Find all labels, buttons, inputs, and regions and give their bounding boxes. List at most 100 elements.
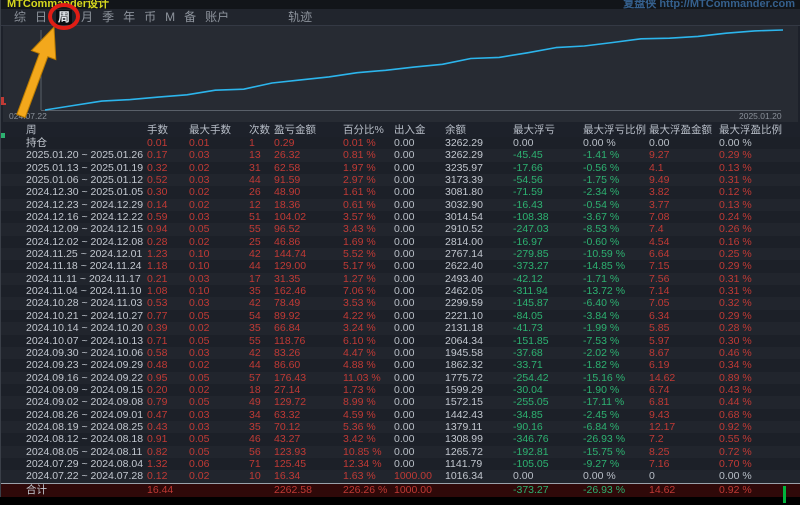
- table-row[interactable]: 2024.11.11 ~ 2024.11.170.210.031731.351.…: [1, 273, 800, 285]
- cell: 57: [249, 372, 274, 384]
- column-header[interactable]: 最大浮盈金额: [649, 124, 719, 137]
- table-row[interactable]: 2024.09.16 ~ 2024.09.220.950.0557176.431…: [1, 372, 800, 384]
- column-header[interactable]: 出入金: [394, 124, 445, 137]
- cell: 42: [249, 297, 274, 309]
- cell: 1775.72: [445, 372, 513, 384]
- table-row[interactable]: 2024.09.09 ~ 2024.09.150.200.021827.141.…: [1, 384, 800, 396]
- column-header[interactable]: 最大手数: [189, 124, 249, 137]
- cell: 0.10: [189, 260, 249, 272]
- cell: 0.05: [189, 335, 249, 347]
- cell: 0.39: [147, 322, 189, 334]
- equity-curve: [45, 30, 783, 110]
- cell: 0.92 %: [719, 421, 800, 433]
- cell: 0.03: [189, 149, 249, 161]
- cell: 0.00: [394, 285, 445, 297]
- cell: 0.05: [189, 372, 249, 384]
- cell: -6.84 %: [583, 421, 649, 433]
- cell: 9.49: [649, 174, 719, 186]
- column-header[interactable]: 次数: [249, 124, 274, 137]
- cell: 2024.11.18 ~ 2024.11.24: [1, 260, 147, 272]
- menu-item-4[interactable]: 月: [81, 10, 93, 25]
- cell: 0.72 %: [719, 446, 800, 458]
- cell: 2024.09.23 ~ 2024.09.29: [1, 359, 147, 371]
- column-header[interactable]: 百分比%: [343, 124, 394, 137]
- cell: 1379.11: [445, 421, 513, 433]
- cell: 1141.79: [445, 458, 513, 470]
- table-row[interactable]: 持仓0.010.0110.290.01 %0.003262.290.000.00…: [1, 137, 800, 149]
- cell: 0.05: [189, 433, 249, 445]
- cell: 0.21: [147, 273, 189, 285]
- cell: 0.31 %: [719, 174, 800, 186]
- table-row[interactable]: 2024.09.30 ~ 2024.10.060.580.034283.264.…: [1, 347, 800, 359]
- cell: 0.52: [147, 174, 189, 186]
- cell: -30.04: [513, 384, 583, 396]
- x-axis-label-end: 2025.01.20: [739, 112, 782, 121]
- cell: 0.06: [189, 458, 249, 470]
- menu-item-trail[interactable]: 轨迹: [288, 10, 312, 25]
- table-row[interactable]: 2024.12.09 ~ 2024.12.150.940.055596.523.…: [1, 223, 800, 235]
- cell: 6.64: [649, 248, 719, 260]
- column-header[interactable]: 最大浮亏: [513, 124, 583, 137]
- column-header[interactable]: 周: [1, 124, 147, 137]
- cell: 0.02: [189, 199, 249, 211]
- table-row[interactable]: 2024.10.07 ~ 2024.10.130.710.0555118.766…: [1, 335, 800, 347]
- cell: 3262.29: [445, 149, 513, 161]
- cell: 0.43 %: [719, 384, 800, 396]
- table-row[interactable]: 2025.01.20 ~ 2025.01.260.170.031326.320.…: [1, 149, 800, 161]
- cell: 78.49: [274, 297, 343, 309]
- table-row[interactable]: 2025.01.06 ~ 2025.01.120.520.034491.592.…: [1, 174, 800, 186]
- cell: 0.03: [189, 297, 249, 309]
- table-row[interactable]: 2024.10.28 ~ 2024.11.030.530.034278.493.…: [1, 297, 800, 309]
- cell: 3.77: [649, 199, 719, 211]
- column-header[interactable]: 余额: [445, 124, 513, 137]
- table-row[interactable]: 2024.09.02 ~ 2024.09.080.790.0549129.728…: [1, 396, 800, 408]
- menu-item-6[interactable]: 年: [123, 10, 135, 25]
- cell: -90.16: [513, 421, 583, 433]
- table-row[interactable]: 2024.10.14 ~ 2024.10.200.390.023566.843.…: [1, 322, 800, 334]
- table-row[interactable]: 2024.08.12 ~ 2024.08.180.910.054643.273.…: [1, 433, 800, 445]
- menu-item-5[interactable]: 季: [102, 10, 114, 25]
- column-header[interactable]: 手数: [147, 124, 189, 137]
- table-row[interactable]: 2024.08.19 ~ 2024.08.250.430.033570.125.…: [1, 421, 800, 433]
- cell: 1016.34: [445, 470, 513, 482]
- column-header[interactable]: 最大浮盈比例: [719, 124, 800, 137]
- cell: 89.92: [274, 310, 343, 322]
- table-row[interactable]: 2024.12.30 ~ 2025.01.050.300.022648.901.…: [1, 186, 800, 198]
- cell: 18: [249, 384, 274, 396]
- table-row[interactable]: 2024.08.05 ~ 2024.08.110.820.0556123.931…: [1, 446, 800, 458]
- cell: 9.27: [649, 149, 719, 161]
- table-row[interactable]: 2024.12.02 ~ 2024.12.080.280.022546.861.…: [1, 236, 800, 248]
- cell: 70.12: [274, 421, 343, 433]
- table-row[interactable]: 2025.01.13 ~ 2025.01.190.320.023162.581.…: [1, 162, 800, 174]
- table-row[interactable]: 2024.12.16 ~ 2024.12.220.590.0351104.023…: [1, 211, 800, 223]
- cell: -0.60 %: [583, 236, 649, 248]
- cell: 125.45: [274, 458, 343, 470]
- cell: 6.10 %: [343, 335, 394, 347]
- table-row[interactable]: 2024.12.23 ~ 2024.12.290.140.021218.360.…: [1, 199, 800, 211]
- table-row[interactable]: 2024.11.18 ~ 2024.11.241.180.1044129.005…: [1, 260, 800, 272]
- cell: 2024.12.02 ~ 2024.12.08: [1, 236, 147, 248]
- table-row[interactable]: 2024.11.25 ~ 2024.12.011.230.1042144.745…: [1, 248, 800, 260]
- cell: 0.00: [394, 297, 445, 309]
- table-row[interactable]: 2024.11.04 ~ 2024.11.101.080.1035162.467…: [1, 285, 800, 297]
- menu-item-8[interactable]: M: [165, 10, 175, 25]
- column-header[interactable]: 最大浮亏比例: [583, 124, 649, 137]
- cell: 5.52 %: [343, 248, 394, 260]
- cell: 0.01 %: [343, 137, 394, 149]
- column-header[interactable]: 盈亏金额: [274, 124, 343, 137]
- cell: -108.38: [513, 211, 583, 223]
- table-row[interactable]: 2024.10.21 ~ 2024.10.270.770.055489.924.…: [1, 310, 800, 322]
- cell: 0.30: [147, 186, 189, 198]
- menu-item-10[interactable]: 账户: [205, 10, 229, 25]
- menu-item-9[interactable]: 备: [184, 10, 196, 25]
- cell: 0.61 %: [343, 199, 394, 211]
- cell: 7.08: [649, 211, 719, 223]
- cell: 1.97 %: [343, 162, 394, 174]
- menu-item-7[interactable]: 币: [144, 10, 156, 25]
- cell: 0.29 %: [719, 310, 800, 322]
- table-row[interactable]: 2024.07.22 ~ 2024.07.280.120.021016.341.…: [1, 470, 800, 482]
- table-row[interactable]: 2024.08.26 ~ 2024.09.010.470.033463.324.…: [1, 409, 800, 421]
- table-row[interactable]: 2024.09.23 ~ 2024.09.290.480.024486.604.…: [1, 359, 800, 371]
- table-row[interactable]: 2024.07.29 ~ 2024.08.041.320.0671125.451…: [1, 458, 800, 470]
- cell: 226.26 %: [343, 484, 394, 497]
